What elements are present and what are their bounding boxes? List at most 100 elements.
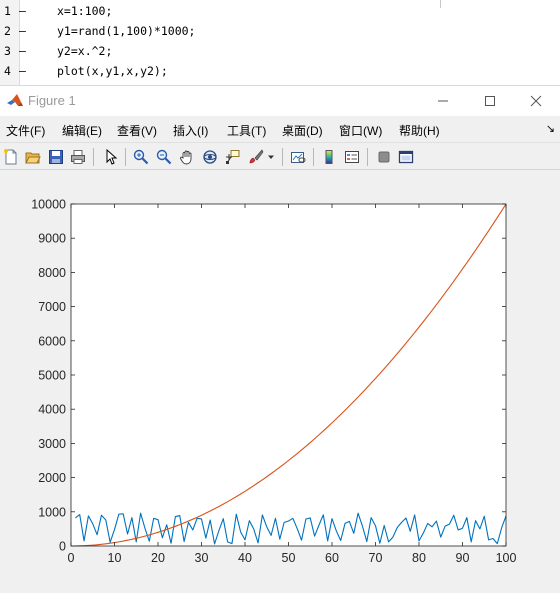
code-text[interactable]: plot(x,y1,x,y2); bbox=[57, 61, 168, 81]
breakpoint-marker[interactable]: – bbox=[19, 1, 29, 21]
new-figure-icon bbox=[4, 149, 17, 165]
window-titlebar[interactable]: Figure 1 bbox=[0, 86, 560, 116]
line-number: 3 bbox=[4, 44, 11, 58]
show-plot-tools-button[interactable] bbox=[396, 147, 416, 167]
open-file-icon bbox=[25, 152, 41, 164]
figure-toolbar bbox=[0, 142, 560, 170]
menu-view[interactable]: 查看(V) bbox=[117, 122, 157, 139]
y-tick-label: 5000 bbox=[38, 369, 66, 383]
code-line[interactable]: 2 – y1=rand(1,100)*1000; bbox=[0, 21, 560, 41]
maximize-button[interactable] bbox=[467, 86, 513, 116]
edit-plot-button[interactable] bbox=[101, 147, 121, 167]
x-tick-label: 0 bbox=[68, 551, 75, 565]
menu-desktop[interactable]: 桌面(D) bbox=[282, 122, 323, 139]
code-line[interactable]: 3 – y2=x.^2; bbox=[0, 41, 560, 61]
x-tick-label: 90 bbox=[456, 551, 470, 565]
print-figure-icon bbox=[71, 150, 85, 164]
insert-legend-button[interactable] bbox=[342, 147, 362, 167]
show-plot-tools-icon bbox=[398, 150, 414, 164]
zoom-in-icon bbox=[133, 149, 149, 165]
toolbar-separator bbox=[282, 148, 283, 166]
line-number: 1 bbox=[4, 4, 11, 18]
menu-help[interactable]: 帮助(H) bbox=[399, 122, 440, 139]
rotate-3d-button[interactable] bbox=[200, 147, 220, 167]
x-tick-label: 100 bbox=[496, 551, 517, 565]
menu-overflow-arrow-icon[interactable]: ↘ bbox=[546, 122, 555, 135]
x-tick-label: 70 bbox=[369, 551, 383, 565]
breakpoint-marker[interactable]: – bbox=[19, 61, 29, 81]
window-title: Figure 1 bbox=[28, 93, 76, 108]
data-cursor-icon bbox=[226, 150, 240, 164]
breakpoint-marker[interactable]: – bbox=[19, 41, 29, 61]
rotate-3d-icon bbox=[203, 150, 217, 164]
figure-canvas[interactable]: 0 10 20 30 40 50 60 70 80 90 100 0 1000 2000 3000 4000 5… bbox=[0, 171, 560, 588]
y-tick-label: 6000 bbox=[38, 334, 66, 348]
link-plot-button[interactable] bbox=[288, 147, 308, 167]
maximize-icon bbox=[485, 96, 495, 106]
insert-legend-icon bbox=[345, 151, 359, 163]
code-text[interactable]: y2=x.^2; bbox=[57, 41, 112, 61]
zoom-out-button[interactable] bbox=[154, 147, 174, 167]
save-figure-button[interactable] bbox=[46, 147, 66, 167]
line-number: 4 bbox=[4, 64, 11, 78]
y-tick-label: 7000 bbox=[38, 300, 66, 314]
figure-window: Figure 1 文件(F) 编辑(E) 查看(V) 插入(I) 工具(T) 桌… bbox=[0, 85, 560, 588]
new-figure-button[interactable] bbox=[1, 147, 21, 167]
axes[interactable]: 0 10 20 30 40 50 60 70 80 90 100010002000300040005… bbox=[0, 171, 560, 588]
zoom-out-icon bbox=[156, 149, 172, 165]
y-tick-label: 1000 bbox=[38, 505, 66, 519]
y-tick-label: 0 bbox=[59, 540, 66, 554]
brush-dropdown-button[interactable] bbox=[265, 147, 277, 167]
menu-window[interactable]: 窗口(W) bbox=[339, 122, 382, 139]
menu-tools[interactable]: 工具(T) bbox=[227, 122, 266, 139]
link-plot-icon bbox=[291, 152, 306, 163]
open-file-button[interactable] bbox=[23, 147, 43, 167]
hide-plot-tools-icon bbox=[378, 151, 390, 163]
x-tick-label: 60 bbox=[325, 551, 339, 565]
hide-plot-tools-button[interactable] bbox=[374, 147, 394, 167]
insert-colorbar-icon bbox=[325, 150, 333, 164]
code-line[interactable]: 4 – plot(x,y1,x,y2); bbox=[0, 61, 560, 81]
toolbar-separator bbox=[313, 148, 314, 166]
pan-hand-icon bbox=[180, 150, 192, 165]
edit-plot-arrow-icon bbox=[106, 149, 118, 165]
y-tick-label: 2000 bbox=[38, 471, 66, 485]
brush-icon bbox=[249, 149, 264, 164]
brush-dropdown-icon bbox=[268, 155, 274, 159]
menu-file[interactable]: 文件(F) bbox=[6, 122, 45, 139]
code-editor[interactable]: 1 – x=1:100; 2 – y1=rand(1,100)*1000; 3 … bbox=[0, 0, 560, 85]
insert-colorbar-button[interactable] bbox=[319, 147, 339, 167]
menu-edit[interactable]: 编辑(E) bbox=[62, 122, 102, 139]
toolbar-separator bbox=[367, 148, 368, 166]
matlab-logo-icon bbox=[7, 94, 23, 106]
menu-bar: 文件(F) 编辑(E) 查看(V) 插入(I) 工具(T) 桌面(D) 窗口(W… bbox=[0, 117, 560, 141]
y-tick-label: 3000 bbox=[38, 437, 66, 451]
data-cursor-button[interactable] bbox=[223, 147, 243, 167]
close-icon bbox=[530, 95, 542, 107]
line-number: 2 bbox=[4, 24, 11, 38]
x-tick-label: 10 bbox=[108, 551, 122, 565]
brush-button[interactable] bbox=[246, 147, 266, 167]
code-text[interactable]: y1=rand(1,100)*1000; bbox=[57, 21, 195, 41]
x-tick-label: 40 bbox=[238, 551, 252, 565]
zoom-in-button[interactable] bbox=[131, 147, 151, 167]
print-figure-button[interactable] bbox=[68, 147, 88, 167]
x-tick-label: 80 bbox=[412, 551, 426, 565]
x-tick-label: 30 bbox=[195, 551, 209, 565]
close-button[interactable] bbox=[513, 86, 559, 116]
y-tick-label: 8000 bbox=[38, 266, 66, 280]
minimize-button[interactable] bbox=[420, 86, 466, 116]
code-line[interactable]: 1 – x=1:100; bbox=[0, 1, 560, 21]
minimize-icon bbox=[438, 100, 448, 102]
code-text[interactable]: x=1:100; bbox=[57, 1, 112, 21]
x-tick-label: 20 bbox=[151, 551, 165, 565]
y-tick-label: 10000 bbox=[31, 198, 66, 212]
y-tick-label: 4000 bbox=[38, 403, 66, 417]
breakpoint-marker[interactable]: – bbox=[19, 21, 29, 41]
menu-insert[interactable]: 插入(I) bbox=[173, 122, 208, 139]
toolbar-separator bbox=[125, 148, 126, 166]
axes-background[interactable] bbox=[71, 204, 506, 546]
toolbar-separator bbox=[93, 148, 94, 166]
y-tick-label: 9000 bbox=[38, 232, 66, 246]
pan-button[interactable] bbox=[177, 147, 197, 167]
